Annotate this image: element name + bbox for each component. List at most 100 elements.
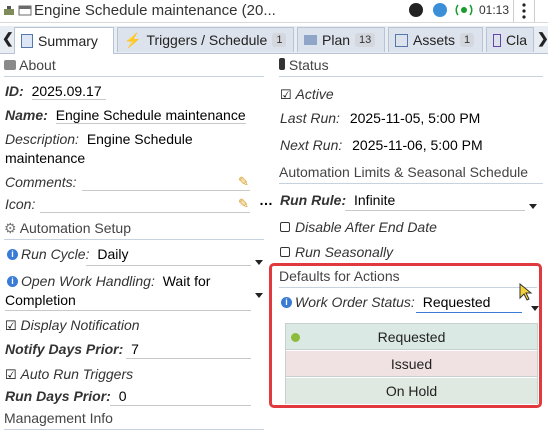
tab-assets[interactable]: Assets 1 (388, 27, 483, 52)
run-days-value[interactable]: 0 (119, 388, 127, 404)
signal-icon[interactable] (455, 3, 473, 17)
tab-scroll-left-icon[interactable]: ❮ (2, 30, 14, 47)
info-icon[interactable]: i (281, 297, 292, 308)
open-work-select[interactable] (5, 310, 251, 311)
id-row: ID: 2025.09.17 (5, 83, 106, 100)
open-work-value-cont[interactable]: Completion (5, 292, 76, 308)
tab-summary[interactable]: Summary (14, 27, 114, 54)
option-label: Issued (390, 355, 433, 372)
option-label: On Hold (385, 383, 438, 399)
run-seasonally-checkbox[interactable]: Run Seasonally (280, 244, 393, 260)
edit-pencil-icon[interactable]: ✎ (238, 174, 249, 190)
wo-status-value[interactable]: Requested (423, 294, 491, 310)
tab-label: Assets (413, 32, 456, 48)
chevron-down-icon[interactable] (255, 293, 263, 298)
clock-text: 01:13 (479, 3, 510, 17)
edit-pencil-icon[interactable]: ✎ (238, 196, 249, 212)
traffic-light-icon (279, 58, 285, 70)
run-rule-row: Run Rule: Infinite (280, 192, 395, 208)
lightning-icon: ⚡ (124, 31, 142, 48)
defaults-section-header: Defaults for Actions (279, 268, 537, 288)
tab-count-badge: 13 (355, 33, 376, 47)
description-row: Description: Engine Schedule (5, 131, 193, 147)
last-run-value: 2025-11-05, 5:00 PM (349, 110, 481, 126)
icon-field[interactable] (40, 212, 250, 213)
notify-days-field[interactable] (126, 358, 251, 359)
comments-label: Comments: (5, 174, 77, 190)
auto-run-checkbox[interactable]: ☑ Auto Run Triggers (5, 366, 133, 383)
automation-setup-section-header: ⚙ Automation Setup (4, 220, 264, 240)
user-icon[interactable] (409, 3, 423, 17)
option-issued[interactable]: Issued (286, 351, 537, 377)
info-icon[interactable]: i (7, 276, 18, 287)
chevron-down-icon[interactable] (255, 260, 263, 265)
checkbox-icon (280, 247, 290, 257)
limits-section-header: Automation Limits & Seasonal Schedule (279, 164, 543, 184)
window-icon (18, 3, 32, 17)
run-cycle-select[interactable] (86, 265, 251, 266)
disable-after-label: Disable After End Date (295, 219, 437, 235)
open-work-label: Open Work Handling: (21, 273, 155, 289)
display-notification-label: Display Notification (20, 317, 140, 333)
open-work-row: Open Work Handling: Wait for (21, 273, 210, 289)
run-cycle-value[interactable]: Daily (97, 246, 128, 262)
run-cycle-label: Run Cycle: (21, 246, 90, 262)
checkbox-icon (280, 222, 290, 232)
id-value[interactable]: 2025.09.17 (31, 83, 106, 100)
open-work-value[interactable]: Wait for (163, 273, 211, 289)
name-label: Name: (5, 107, 48, 123)
description-value[interactable]: Engine Schedule (87, 131, 193, 147)
app-icon (2, 3, 16, 17)
description-value-cont[interactable]: maintenance (5, 150, 85, 166)
notify-days-label: Notify Days Prior: (5, 341, 124, 357)
run-rule-value[interactable]: Infinite (354, 192, 395, 208)
sync-icon[interactable] (433, 3, 447, 17)
class-icon (493, 33, 501, 47)
tab-count-badge: 1 (460, 33, 475, 47)
tab-scroll-right-icon[interactable]: ❯ (537, 30, 548, 47)
disable-after-checkbox[interactable]: Disable After End Date (280, 219, 437, 235)
chevron-down-icon[interactable] (529, 204, 537, 209)
tab-label: Plan (322, 32, 351, 48)
checkmark-icon: ☑ (280, 87, 292, 102)
run-days-field[interactable] (110, 405, 251, 406)
info-icon[interactable]: i (7, 249, 18, 260)
tab-plan[interactable]: Plan 13 (297, 27, 385, 52)
title-bar: Engine Schedule maintenance (20... 01:13 (0, 0, 548, 23)
defaults-heading: Defaults for Actions (279, 268, 400, 284)
option-on-hold[interactable]: On Hold (286, 378, 537, 404)
auto-run-label: Auto Run Triggers (20, 366, 134, 382)
management-heading: Management Info (4, 410, 113, 426)
active-checkbox[interactable]: ☑ Active (280, 86, 334, 103)
next-run-value: 2025-11-06, 5:00 PM (352, 137, 483, 153)
limits-heading: Automation Limits & Seasonal Schedule (279, 164, 529, 180)
status-heading: Status (288, 57, 329, 73)
display-notification-checkbox[interactable]: ☑ Display Notification (5, 317, 140, 334)
wo-status-select-underline[interactable] (416, 312, 522, 313)
comments-field[interactable] (82, 190, 250, 191)
chevron-down-icon[interactable] (531, 306, 539, 311)
more-options-icon[interactable]: … (259, 192, 273, 208)
name-value[interactable]: Engine Schedule maintenance (55, 107, 246, 124)
tab-label: Summary (38, 33, 98, 49)
mouse-cursor-icon (519, 282, 533, 301)
wo-status-row: Work Order Status: Requested (295, 294, 490, 310)
gear-icon: ⚙ (4, 220, 17, 236)
about-heading: About (19, 57, 56, 73)
management-section-header: Management Info (4, 410, 264, 430)
option-label: Requested (377, 328, 446, 345)
option-requested[interactable]: Requested (286, 324, 537, 350)
kebab-menu-icon[interactable] (513, 0, 535, 22)
window-title: Engine Schedule maintenance (20... (34, 2, 276, 19)
run-rule-select[interactable] (345, 210, 525, 211)
plan-icon (304, 35, 317, 45)
notify-days-value[interactable]: 7 (131, 341, 139, 357)
tab-count-badge: 1 (272, 33, 287, 47)
tab-triggers-schedule[interactable]: ⚡ Triggers / Schedule 1 (117, 27, 294, 52)
automation-setup-heading: Automation Setup (19, 220, 131, 236)
wo-status-label: Work Order Status: (295, 294, 415, 310)
active-label: Active (295, 86, 334, 102)
tab-classification[interactable]: Cla (486, 27, 534, 52)
run-seasonally-label: Run Seasonally (295, 244, 394, 260)
run-rule-label: Run Rule: (280, 192, 347, 208)
